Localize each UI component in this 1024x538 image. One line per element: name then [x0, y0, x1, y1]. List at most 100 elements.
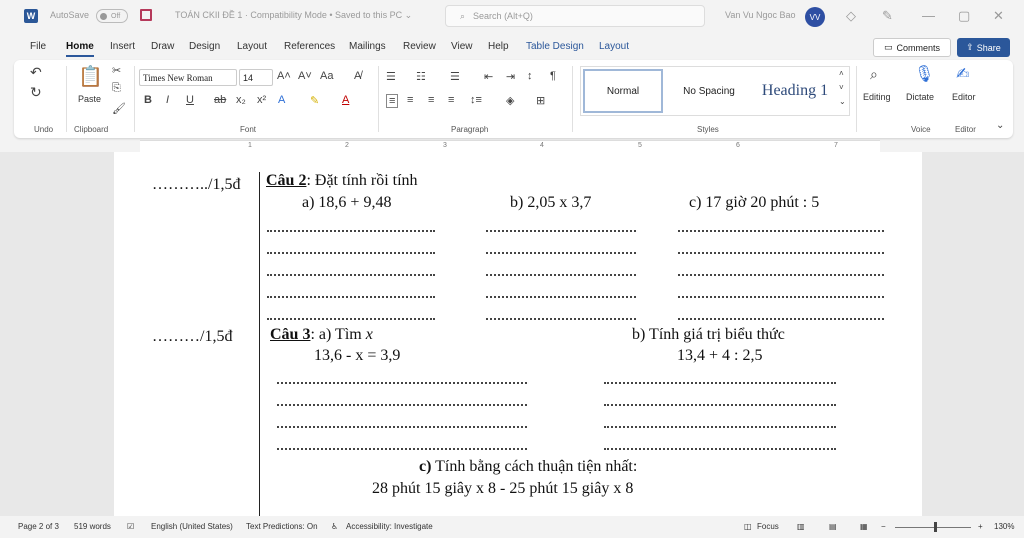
autosave-toggle[interactable]: Off [96, 9, 128, 23]
answer-line[interactable] [486, 266, 636, 276]
premium-icon[interactable]: ◇ [846, 8, 856, 24]
tab-view[interactable]: View [451, 41, 473, 52]
tab-table-design[interactable]: Table Design [526, 41, 584, 52]
styles-scroll-up-icon[interactable]: ˄ [839, 69, 844, 78]
tab-home[interactable]: Home [66, 41, 94, 57]
tab-help[interactable]: Help [488, 41, 509, 52]
styles-scroll-down-icon[interactable]: ˅ [839, 83, 844, 92]
zoom-slider-thumb[interactable] [934, 522, 937, 532]
editor-icon[interactable]: ✍ [956, 64, 969, 84]
answer-line[interactable] [277, 396, 527, 406]
shrink-font-icon[interactable]: A˅ [298, 70, 312, 82]
answer-line[interactable] [267, 244, 435, 254]
page-indicator[interactable]: Page 2 of 3 [18, 522, 59, 531]
bullets-icon[interactable]: ☰ [386, 70, 396, 83]
editor-button[interactable]: Editor [952, 92, 976, 102]
superscript-icon[interactable]: x² [257, 94, 266, 106]
align-left-icon[interactable]: ≡ [386, 94, 399, 108]
answer-line[interactable] [678, 222, 884, 232]
tab-mailings[interactable]: Mailings [349, 41, 386, 52]
answer-line[interactable] [277, 440, 527, 450]
borders-icon[interactable]: ⊞ [536, 94, 545, 107]
copy-icon[interactable]: ⎘ [112, 82, 121, 95]
zoom-level[interactable]: 130% [994, 522, 1014, 531]
decrease-indent-icon[interactable]: ⇤ [484, 70, 493, 83]
text-predictions[interactable]: Text Predictions: On [246, 522, 318, 531]
font-name-select[interactable]: Times New Roman [139, 69, 237, 86]
style-heading-1[interactable]: Heading 1 [753, 69, 837, 113]
line-spacing-icon[interactable]: ↕≡ [470, 94, 482, 106]
answer-line[interactable] [678, 244, 884, 254]
restore-icon[interactable]: ▢ [958, 8, 970, 24]
comments-button[interactable]: ▭ Comments [873, 38, 951, 57]
paste-label[interactable]: Paste [78, 94, 101, 104]
word-count[interactable]: 519 words [74, 522, 111, 531]
bold-icon[interactable]: B [144, 94, 152, 106]
answer-line[interactable] [267, 266, 435, 276]
zoom-in-icon[interactable]: + [978, 522, 983, 531]
font-size-select[interactable]: 14 [239, 69, 273, 86]
justify-icon[interactable]: ≡ [448, 94, 454, 106]
show-marks-icon[interactable]: ¶ [550, 70, 556, 82]
save-icon[interactable] [140, 9, 152, 21]
proofing-icon[interactable]: ☑ [127, 522, 134, 531]
horizontal-ruler[interactable]: 1 2 3 4 5 6 7 [140, 140, 880, 152]
pen-icon[interactable]: ✎ [882, 8, 893, 24]
minimize-icon[interactable]: — [922, 8, 935, 23]
tab-review[interactable]: Review [403, 41, 436, 52]
styles-more-icon[interactable]: ⌄ [839, 97, 846, 106]
answer-line[interactable] [267, 288, 435, 298]
align-right-icon[interactable]: ≡ [428, 94, 434, 106]
language-indicator[interactable]: English (United States) [151, 522, 233, 531]
tab-table-layout[interactable]: Layout [599, 41, 629, 52]
answer-line[interactable] [267, 222, 435, 232]
tab-layout[interactable]: Layout [237, 41, 267, 52]
answer-line[interactable] [604, 374, 836, 384]
answer-line[interactable] [267, 310, 435, 320]
grow-font-icon[interactable]: A˄ [277, 70, 291, 82]
paste-icon[interactable]: 📋 [78, 64, 103, 89]
undo-icon[interactable]: ↶ [30, 64, 42, 81]
shading-icon[interactable]: ◈ [506, 94, 514, 107]
read-mode-icon[interactable]: ▥ [797, 522, 805, 531]
underline-icon[interactable]: U [186, 94, 194, 106]
tab-design[interactable]: Design [189, 41, 220, 52]
avatar[interactable]: VV [805, 7, 825, 27]
dictate-button[interactable]: Dictate [906, 92, 934, 102]
microphone-icon[interactable]: 🎙 [914, 64, 934, 84]
answer-line[interactable] [678, 288, 884, 298]
web-layout-icon[interactable]: ▦ [860, 522, 868, 531]
answer-line[interactable] [604, 396, 836, 406]
print-layout-icon[interactable]: ▤ [829, 522, 837, 531]
answer-line[interactable] [486, 222, 636, 232]
answer-line[interactable] [486, 310, 636, 320]
clear-format-icon[interactable]: A̸ [354, 70, 361, 82]
increase-indent-icon[interactable]: ⇥ [506, 70, 515, 83]
find-icon[interactable]: ⌕ [870, 66, 878, 83]
close-icon[interactable]: ✕ [993, 8, 1004, 24]
format-painter-icon[interactable]: 🖌 [112, 102, 126, 115]
focus-button[interactable]: Focus [757, 522, 779, 531]
user-name[interactable]: Van Vu Ngoc Bao [725, 10, 796, 20]
document-title[interactable]: TOÁN CKII ĐỀ 1 · Compatibility Mode • Sa… [175, 10, 412, 21]
style-normal[interactable]: Normal [583, 69, 663, 113]
collapse-ribbon-icon[interactable]: ⌄ [996, 120, 1004, 131]
search-input[interactable]: ⌕ Search (Alt+Q) [445, 5, 705, 27]
redo-icon[interactable]: ↻ [30, 84, 42, 101]
accessibility-status[interactable]: Accessibility: Investigate [346, 522, 433, 531]
share-button[interactable]: ⇪ Share [957, 38, 1010, 57]
multilevel-list-icon[interactable]: ☰ [450, 70, 460, 83]
editing-button[interactable]: Editing [863, 92, 891, 102]
answer-line[interactable] [678, 310, 884, 320]
font-color-icon[interactable]: A [342, 94, 349, 106]
subscript-icon[interactable]: x₂ [236, 94, 246, 106]
tab-insert[interactable]: Insert [110, 41, 135, 52]
answer-line[interactable] [678, 266, 884, 276]
answer-line[interactable] [277, 374, 527, 384]
sort-icon[interactable]: ↕ [527, 70, 533, 82]
tab-references[interactable]: References [284, 41, 335, 52]
zoom-out-icon[interactable]: − [881, 522, 886, 531]
document-page[interactable]: ………../1,5đ Câu 2: Đặt tính rồi tính a) 1… [114, 152, 922, 516]
italic-icon[interactable]: I [166, 94, 169, 106]
align-center-icon[interactable]: ≡ [407, 94, 413, 106]
